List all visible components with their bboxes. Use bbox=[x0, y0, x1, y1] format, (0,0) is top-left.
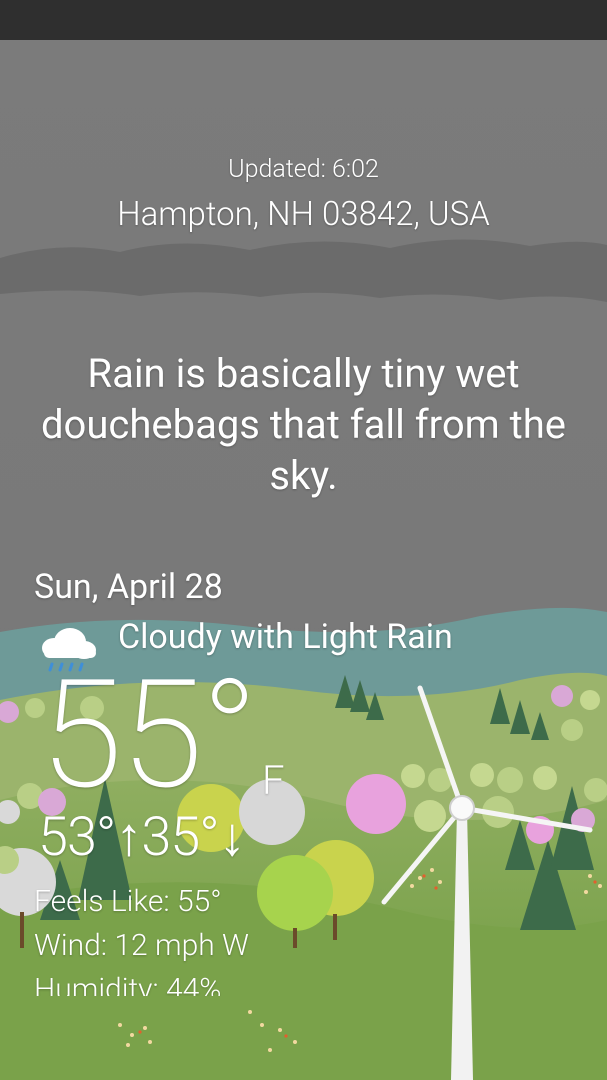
current-temperature: 55° bbox=[40, 647, 258, 823]
humidity-label: Humidity: 44% bbox=[34, 972, 222, 996]
high-low-temperature: 53°↑35°↓ bbox=[38, 806, 246, 869]
location-label[interactable]: Hampton, NH 03842, USA bbox=[0, 195, 607, 234]
status-bar bbox=[0, 0, 607, 40]
temperature-unit[interactable]: F bbox=[262, 757, 285, 804]
weather-quote: Rain is basically tiny wet douchebags th… bbox=[41, 350, 566, 499]
updated-time: Updated: 6:02 bbox=[228, 155, 379, 184]
forecast-date: Sun, April 28 bbox=[34, 567, 223, 607]
wind-label: Wind: 12 mph W bbox=[34, 928, 249, 963]
feels-like-label: Feels Like: 55° bbox=[34, 884, 222, 919]
